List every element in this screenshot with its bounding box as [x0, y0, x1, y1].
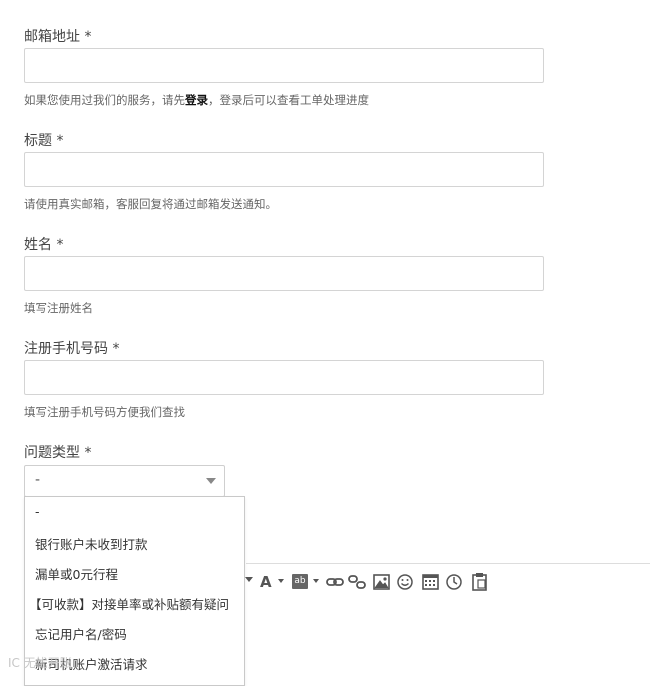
calendar-icon[interactable] — [422, 571, 440, 593]
email-help-suffix: ，登录后可以查看工单处理进度 — [208, 93, 369, 107]
phone-label: 注册手机号码 * — [24, 341, 120, 357]
clock-icon[interactable] — [446, 571, 464, 593]
title-field[interactable] — [24, 152, 544, 187]
caret-down-icon[interactable] — [245, 577, 253, 582]
name-label: 姓名 * — [24, 237, 64, 253]
phone-field[interactable] — [24, 360, 544, 395]
editor-toolbar: A ab — [238, 571, 650, 593]
login-link[interactable]: 登录 — [185, 93, 208, 107]
link-icon[interactable] — [326, 571, 344, 593]
watermark: IC 无忧开账 — [8, 656, 72, 670]
name-help: 填写注册姓名 — [24, 301, 93, 315]
highlight-icon[interactable]: ab — [292, 574, 308, 589]
email-help-prefix: 如果您使用过我们的服务，请先 — [24, 93, 185, 107]
editor-toolbar-divider — [246, 563, 650, 564]
dropdown-option[interactable]: 漏单或0元行程 — [35, 564, 118, 583]
dropdown-option[interactable]: 【可收款】对接单率或补贴额有疑问 — [29, 594, 229, 613]
chevron-down-icon — [206, 478, 216, 484]
email-label: 邮箱地址 * — [24, 29, 92, 45]
dropdown-option[interactable]: 忘记用户名/密码 — [35, 624, 127, 643]
email-field[interactable] — [24, 48, 544, 83]
emoji-icon[interactable] — [397, 571, 415, 593]
phone-help: 填写注册手机号码方便我们查找 — [24, 405, 185, 419]
issue-type-selected: - — [35, 472, 41, 488]
issue-type-select[interactable]: - — [24, 465, 225, 497]
dropdown-option[interactable]: - — [35, 504, 40, 519]
unlink-icon[interactable] — [348, 571, 366, 593]
issue-type-label: 问题类型 * — [24, 445, 92, 461]
image-icon[interactable] — [373, 571, 391, 593]
font-color-icon[interactable]: A — [260, 571, 272, 593]
paste-icon[interactable] — [471, 571, 489, 593]
highlight-caret-icon[interactable] — [313, 579, 319, 583]
name-field[interactable] — [24, 256, 544, 291]
email-help: 如果您使用过我们的服务，请先登录，登录后可以查看工单处理进度 — [24, 92, 369, 108]
dropdown-option[interactable]: 银行账户未收到打款 — [35, 534, 148, 553]
title-help: 请使用真实邮箱，客服回复将通过邮箱发送通知。 — [24, 197, 277, 211]
font-color-caret-icon[interactable] — [278, 579, 284, 583]
title-label: 标题 * — [24, 133, 64, 149]
